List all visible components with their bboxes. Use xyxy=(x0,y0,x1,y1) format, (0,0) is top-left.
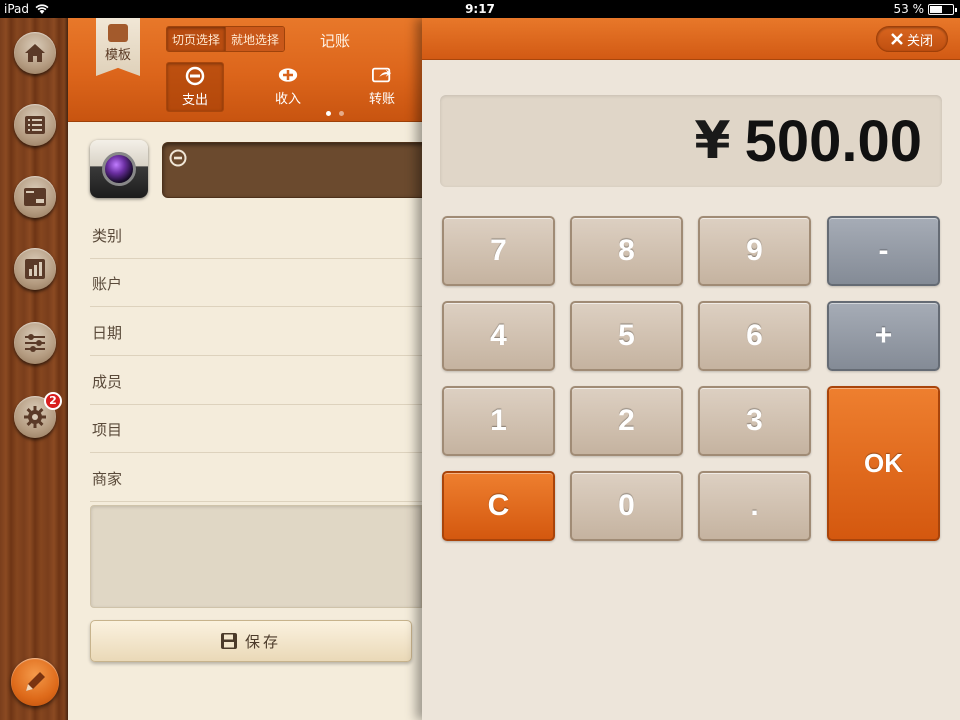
segment-inline-select[interactable]: 就地选择 xyxy=(225,27,285,51)
field-date-label: 日期 xyxy=(92,324,123,342)
field-project-label: 项目 xyxy=(92,421,123,439)
field-account-label: 账户 xyxy=(92,275,123,293)
key-6[interactable]: 6 xyxy=(698,301,811,371)
display-value: 500.00 xyxy=(744,108,922,174)
page-dot xyxy=(339,111,344,116)
clock: 9:17 xyxy=(465,2,495,16)
entry-form-panel: 模板 切页选择 就地选择 记账 支出 收入 转账 类别 账户 日期 成员 项目 … xyxy=(68,18,422,720)
battery-level xyxy=(930,5,942,13)
key-3[interactable]: 3 xyxy=(698,386,811,456)
calculator-header: 关闭 xyxy=(422,18,960,60)
transfer-icon xyxy=(372,66,392,84)
tab-transfer[interactable]: 转账 xyxy=(353,62,411,112)
tab-income[interactable]: 收入 xyxy=(259,62,317,112)
template-tab[interactable]: 模板 xyxy=(96,18,140,76)
field-member-label: 成员 xyxy=(92,373,123,391)
page-indicator xyxy=(326,111,344,116)
tab-income-label: 收入 xyxy=(274,92,301,107)
form-header: 模板 切页选择 就地选择 记账 支出 收入 转账 xyxy=(68,18,422,122)
key-8[interactable]: 8 xyxy=(570,216,683,286)
battery-icon xyxy=(928,3,957,15)
template-label: 模板 xyxy=(104,48,131,63)
tab-expense[interactable]: 支出 xyxy=(166,62,224,112)
sidebar-item-home[interactable] xyxy=(14,32,56,74)
save-button[interactable]: 保存 xyxy=(90,620,412,662)
minus-circle-icon xyxy=(185,66,205,86)
field-category-label: 类别 xyxy=(92,227,123,245)
field-merchant[interactable]: 商家 xyxy=(90,454,422,502)
sidebar-item-wallet[interactable] xyxy=(14,176,56,218)
memo-field[interactable] xyxy=(90,505,422,608)
status-bar: iPad 9:17 53 % xyxy=(0,0,960,18)
key-1[interactable]: 1 xyxy=(442,386,555,456)
selection-mode-segment: 切页选择 就地选择 xyxy=(166,26,286,52)
save-icon xyxy=(220,633,237,649)
sidebar-item-report[interactable] xyxy=(14,248,56,290)
segment-page-select[interactable]: 切页选择 xyxy=(167,27,226,51)
key-2[interactable]: 2 xyxy=(570,386,683,456)
key-clear[interactable]: C xyxy=(442,471,555,541)
key-4[interactable]: 4 xyxy=(442,301,555,371)
notification-badge: 2 xyxy=(44,392,62,410)
sidebar-item-settings[interactable]: 2 xyxy=(14,392,62,438)
home-icon xyxy=(25,44,45,62)
camera-icon xyxy=(102,152,136,186)
save-label: 保存 xyxy=(244,632,281,651)
camera-button[interactable] xyxy=(90,140,148,198)
currency-symbol: ¥ xyxy=(694,111,731,171)
key-plus[interactable]: + xyxy=(827,301,940,371)
field-account[interactable]: 账户 xyxy=(90,259,422,307)
field-merchant-label: 商家 xyxy=(92,470,123,488)
sliders-icon xyxy=(25,334,45,352)
key-0[interactable]: 0 xyxy=(570,471,683,541)
close-button[interactable]: 关闭 xyxy=(876,26,948,52)
close-icon xyxy=(891,33,903,45)
battery-percent: 53 % xyxy=(893,2,925,16)
key-decimal[interactable]: . xyxy=(698,471,811,541)
template-icon xyxy=(108,24,128,42)
amount-display: ¥ 500.00 xyxy=(440,95,942,187)
settings-icon xyxy=(24,406,46,428)
page-dot-active xyxy=(326,111,331,116)
compose-button[interactable] xyxy=(11,658,59,706)
key-ok[interactable]: OK xyxy=(827,386,940,541)
field-member[interactable]: 成员 xyxy=(90,357,422,405)
key-5[interactable]: 5 xyxy=(570,301,683,371)
page-title: 记账 xyxy=(320,32,351,50)
sidebar-item-adjust[interactable] xyxy=(14,322,56,364)
plus-circle-icon xyxy=(278,66,298,84)
sidebar-item-list[interactable] xyxy=(14,104,56,146)
tab-expense-label: 支出 xyxy=(181,93,208,108)
tab-transfer-label: 转账 xyxy=(368,92,395,107)
report-icon xyxy=(25,259,45,279)
close-label: 关闭 xyxy=(906,33,933,49)
field-project[interactable]: 项目 xyxy=(90,405,422,453)
pencil-icon xyxy=(26,672,45,691)
key-9[interactable]: 9 xyxy=(698,216,811,286)
key-minus[interactable]: - xyxy=(827,216,940,286)
key-7[interactable]: 7 xyxy=(442,216,555,286)
wallet-icon xyxy=(24,188,46,206)
minus-circle-icon xyxy=(169,149,187,171)
field-date[interactable]: 日期 xyxy=(90,308,422,356)
field-category[interactable]: 类别 xyxy=(90,211,422,259)
calculator-panel: 关闭 ¥ 500.00 7 8 9 - 4 5 6 + 1 2 3 OK C 0… xyxy=(422,18,960,720)
amount-field[interactable] xyxy=(162,142,422,198)
sidebar: 2 xyxy=(0,18,68,720)
list-icon xyxy=(25,116,45,134)
